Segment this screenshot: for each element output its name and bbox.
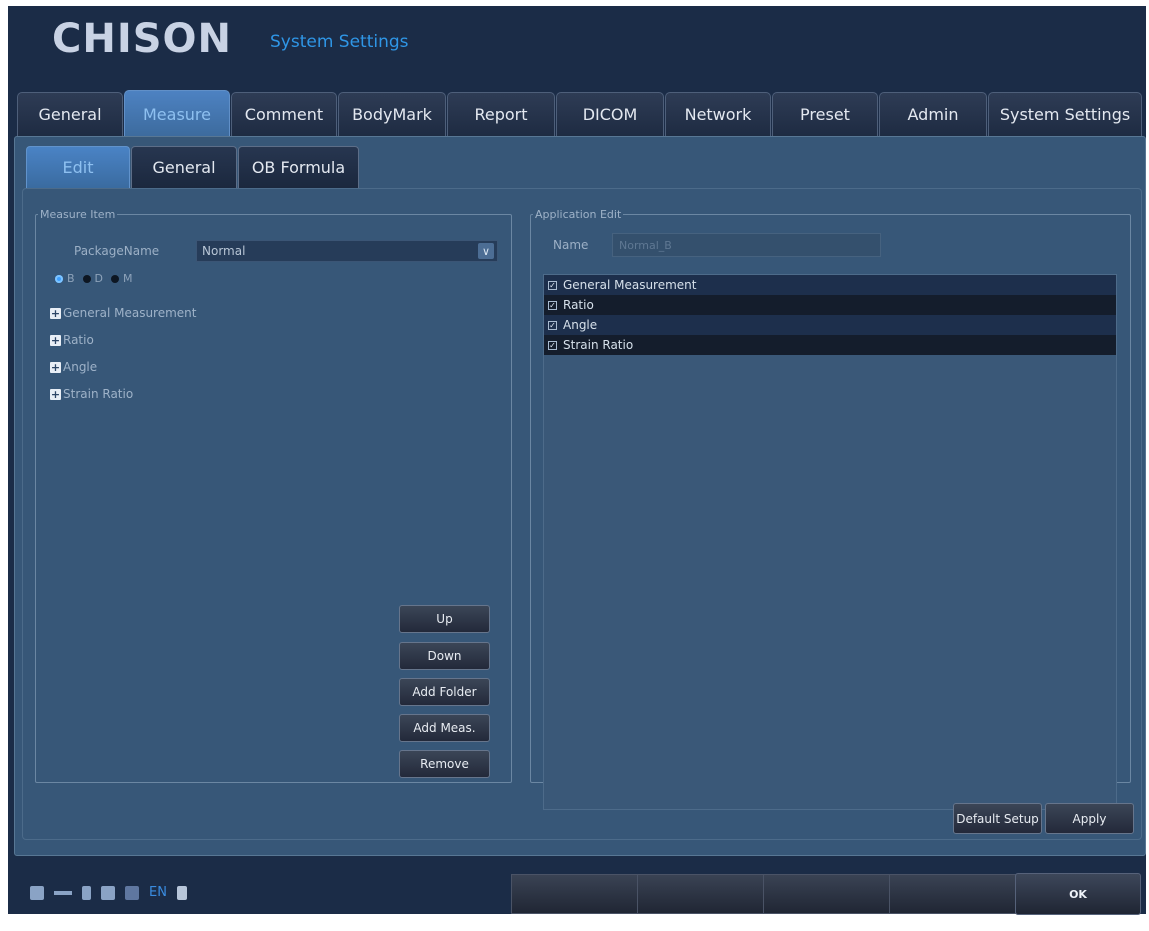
subtab-edit[interactable]: Edit [26, 146, 130, 188]
tree-item-general-measurement[interactable]: + General Measurement [50, 306, 197, 320]
subtab-ob-formula[interactable]: OB Formula [238, 146, 359, 188]
network-icon [30, 885, 44, 900]
printer-icon [101, 885, 115, 900]
status-bar-icons: EN [30, 885, 187, 900]
usb-icon [54, 890, 72, 895]
checkbox-checked-icon[interactable]: ✓ [548, 340, 557, 350]
radio-off-icon [111, 274, 120, 283]
application-item-label: Angle [563, 318, 598, 332]
name-label: Name [553, 238, 589, 252]
application-item-angle[interactable]: ✓ Angle [544, 315, 1116, 335]
remove-button[interactable]: Remove [399, 750, 490, 778]
softkey-2[interactable] [637, 874, 764, 914]
checkbox-checked-icon[interactable]: ✓ [548, 320, 557, 330]
application-item-label: Strain Ratio [563, 338, 634, 352]
application-item-general-measurement[interactable]: ✓ General Measurement [544, 275, 1116, 295]
mode-radio-label: B [67, 272, 75, 285]
expand-plus-icon[interactable]: + [50, 361, 61, 373]
application-edit-legend: Application Edit [535, 208, 622, 221]
expand-plus-icon[interactable]: + [50, 388, 61, 400]
tree-item-label: Ratio [63, 333, 94, 347]
mode-radio-group: B D M [55, 272, 133, 285]
tree-item-ratio[interactable]: + Ratio [50, 333, 94, 347]
tab-admin[interactable]: Admin [879, 92, 987, 136]
tree-item-label: Strain Ratio [63, 387, 134, 401]
add-folder-button[interactable]: Add Folder [399, 678, 490, 706]
expand-plus-icon[interactable]: + [50, 334, 61, 346]
name-field-value: Normal_B [619, 238, 672, 252]
name-field[interactable]: Normal_B [612, 233, 881, 257]
tab-system-settings[interactable]: System Settings [988, 92, 1142, 136]
tree-item-strain-ratio[interactable]: + Strain Ratio [50, 387, 133, 401]
softkey-3[interactable] [763, 874, 890, 914]
application-item-list: ✓ General Measurement ✓ Ratio ✓ Angle ✓ … [543, 274, 1117, 810]
checkbox-checked-icon[interactable]: ✓ [548, 300, 557, 310]
tab-bodymark[interactable]: BodyMark [338, 92, 446, 136]
expand-plus-icon[interactable]: + [50, 307, 61, 319]
radio-off-icon [82, 274, 91, 283]
tab-dicom[interactable]: DICOM [556, 92, 664, 136]
application-item-label: Ratio [563, 298, 594, 312]
storage-icon [82, 885, 91, 900]
down-button[interactable]: Down [399, 642, 490, 670]
default-setup-button[interactable]: Default Setup [953, 803, 1042, 834]
probe-icon [176, 885, 187, 900]
apply-button[interactable]: Apply [1045, 803, 1134, 834]
subtab-general[interactable]: General [131, 146, 237, 188]
application-item-ratio[interactable]: ✓ Ratio [544, 295, 1116, 315]
tree-item-angle[interactable]: + Angle [50, 360, 97, 374]
page-title: System Settings [270, 32, 409, 52]
chevron-down-icon[interactable]: ∨ [478, 243, 494, 259]
mode-radio-m[interactable]: M [111, 272, 133, 285]
mode-radio-label: M [123, 272, 133, 285]
tab-comment[interactable]: Comment [231, 92, 337, 136]
tree-item-label: General Measurement [63, 306, 197, 320]
radio-on-icon [55, 274, 63, 283]
package-name-select[interactable]: Normal ∨ [196, 240, 498, 262]
mode-radio-label: D [94, 272, 104, 285]
softkey-4[interactable] [889, 874, 1016, 914]
application-item-strain-ratio[interactable]: ✓ Strain Ratio [544, 335, 1116, 355]
tab-measure[interactable]: Measure [124, 90, 230, 138]
tree-item-label: Angle [63, 360, 98, 374]
brand-logo: CHISON [52, 16, 233, 62]
ok-button[interactable]: OK [1015, 873, 1141, 915]
up-button[interactable]: Up [399, 605, 490, 633]
mode-radio-b[interactable]: B [55, 272, 75, 285]
display-icon [125, 885, 139, 900]
checkbox-checked-icon[interactable]: ✓ [548, 280, 557, 290]
tab-general[interactable]: General [17, 92, 123, 136]
language-indicator[interactable]: EN [149, 885, 167, 900]
measure-item-legend: Measure Item [40, 208, 116, 221]
softkey-1[interactable] [511, 874, 638, 914]
package-name-label: PackageName [74, 244, 160, 258]
package-name-value: Normal [202, 244, 246, 258]
tab-preset[interactable]: Preset [772, 92, 878, 136]
application-item-label: General Measurement [563, 278, 697, 292]
mode-radio-d[interactable]: D [82, 272, 104, 285]
add-meas-button[interactable]: Add Meas. [399, 714, 490, 742]
tab-report[interactable]: Report [447, 92, 555, 136]
tab-network[interactable]: Network [665, 92, 771, 136]
